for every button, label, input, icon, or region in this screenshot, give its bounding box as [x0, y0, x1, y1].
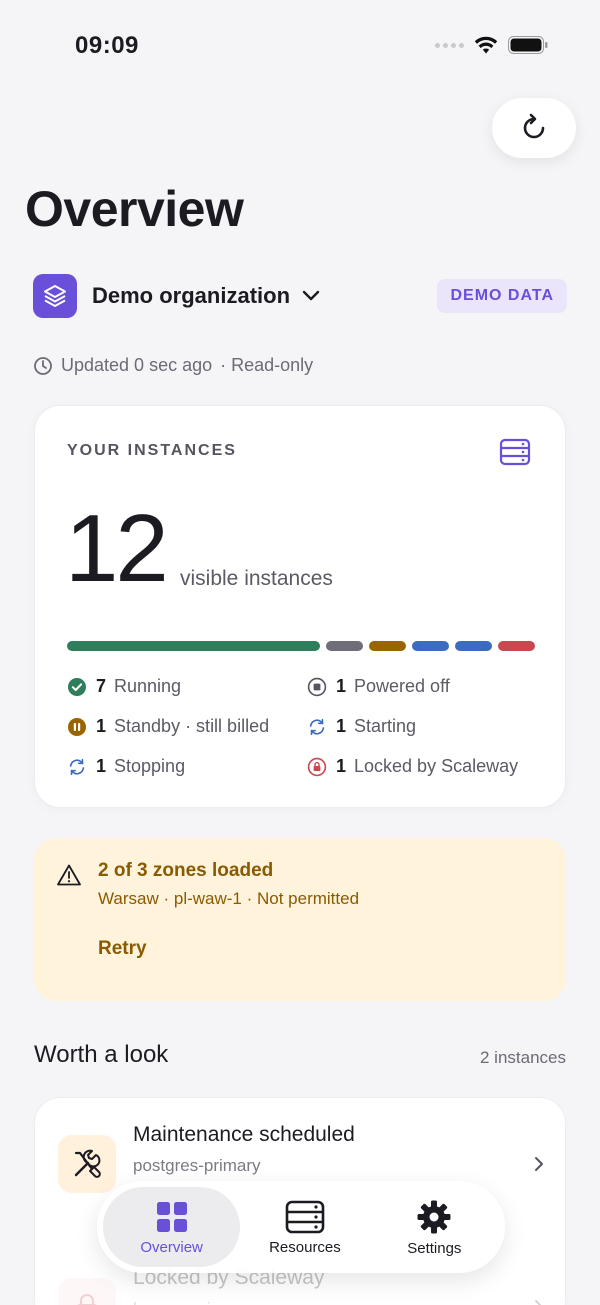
cellular-signal-icon — [435, 42, 464, 48]
status-segment-locked — [498, 641, 535, 651]
tab-overview[interactable]: Overview — [103, 1187, 241, 1267]
overview-screen: 09:09 Overview Demo organization DEMO DA… — [0, 0, 600, 1305]
server-icon[interactable] — [499, 438, 531, 466]
check-circle-icon — [67, 677, 87, 697]
tab-bar: Overview Resources Settings — [97, 1181, 505, 1273]
layers-icon — [44, 285, 66, 307]
instance-count: 12 — [65, 495, 169, 602]
server-icon — [285, 1200, 325, 1233]
org-logo[interactable] — [33, 274, 77, 318]
sync-icon — [307, 717, 327, 737]
legend-powered-off: 1 Powered off — [307, 676, 537, 697]
chevron-down-icon[interactable] — [302, 290, 320, 302]
tab-resources[interactable]: Resources — [240, 1187, 369, 1267]
page-title: Overview — [25, 181, 244, 237]
tools-icon — [58, 1135, 116, 1193]
status-icons — [435, 36, 548, 54]
card-label: YOUR INSTANCES — [67, 442, 237, 459]
chevron-right-icon — [535, 1300, 542, 1305]
legend-locked: 1 Locked by Scaleway — [307, 756, 537, 777]
tab-settings[interactable]: Settings — [370, 1187, 499, 1267]
status-segment-running — [67, 641, 320, 651]
refresh-button[interactable] — [492, 98, 576, 158]
section-title: Worth a look — [34, 1041, 169, 1068]
instance-count-label: visible instances — [180, 567, 333, 590]
org-row: Demo organization DEMO DATA — [33, 274, 567, 318]
warning-triangle-icon — [57, 864, 81, 886]
pause-circle-icon — [67, 717, 87, 737]
status-segment-powered-off — [326, 641, 363, 651]
section-count: 2 instances — [480, 1048, 566, 1067]
lock-circle-icon — [307, 757, 327, 777]
grid-icon — [156, 1201, 187, 1232]
org-name-selector[interactable]: Demo organization — [92, 283, 290, 309]
warning-subtitle: Warsaw · pl-waw-1 · Not permitted — [98, 889, 360, 908]
refresh-icon — [523, 113, 545, 139]
chevron-right-icon — [535, 1157, 543, 1171]
wifi-icon — [474, 36, 498, 54]
status-segment-starting — [412, 641, 449, 651]
stop-circle-icon — [307, 677, 327, 697]
read-only-text: · Read-only — [220, 355, 314, 375]
instances-card[interactable]: YOUR INSTANCES 12 visible instances 7 Ru… — [34, 405, 566, 808]
warning-title: 2 of 3 zones loaded — [98, 860, 274, 881]
status-segment-stopping — [455, 641, 492, 651]
gear-icon — [417, 1200, 451, 1233]
legend-standby: 1 Standby · still billed — [67, 716, 307, 737]
legend-starting: 1 Starting — [307, 716, 537, 737]
legend-running: 7 Running — [67, 676, 307, 697]
lock-icon — [58, 1278, 116, 1305]
demo-data-badge: DEMO DATA — [437, 279, 567, 313]
retry-button[interactable]: Retry — [98, 938, 147, 960]
legend-stopping: 1 Stopping — [67, 756, 307, 777]
status-legend: 7 Running 1 Powered off 1 Standby · stil… — [67, 676, 537, 777]
list-item[interactable]: Maintenance scheduled postgres-primary — [35, 1098, 567, 1193]
status-segment-standby — [369, 641, 406, 651]
updated-row: Updated 0 sec ago · Read-only — [33, 355, 313, 376]
status-time: 09:09 — [75, 32, 139, 59]
clock-icon — [34, 356, 52, 375]
zones-warning-banner: 2 of 3 zones loaded Warsaw · pl-waw-1 · … — [34, 838, 566, 1001]
updated-text: Updated 0 sec ago — [61, 355, 213, 375]
status-distribution-bar — [67, 641, 535, 651]
battery-icon — [508, 36, 548, 54]
sync-icon — [67, 757, 87, 777]
